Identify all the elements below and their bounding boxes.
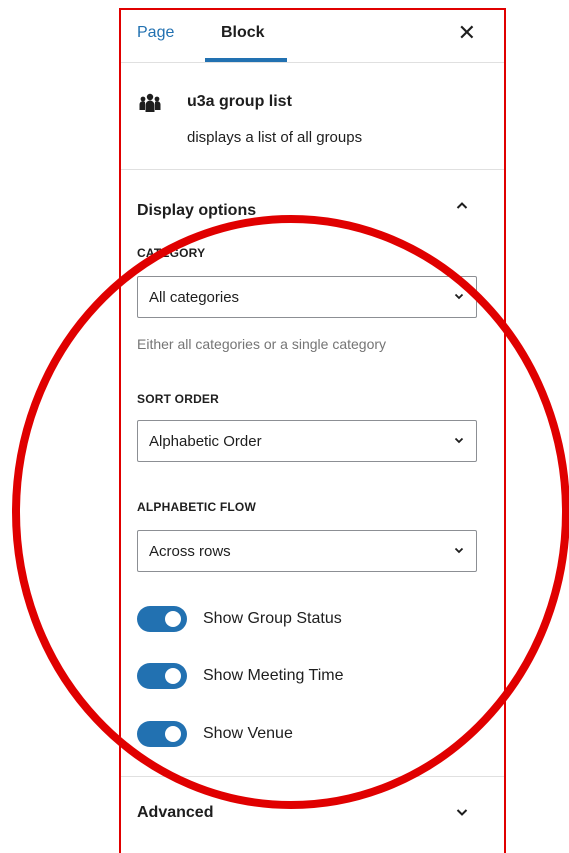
toggle-knob — [165, 726, 181, 742]
category-help-text: Either all categories or a single catego… — [137, 336, 387, 352]
chevron-up-icon — [456, 202, 468, 209]
alphabetic-flow-select[interactable]: Across rows — [137, 530, 477, 572]
display-options-title: Display options — [137, 202, 257, 219]
block-name: u3a group list — [187, 93, 292, 110]
chevron-down-icon — [454, 437, 464, 444]
active-tab-indicator — [205, 58, 287, 62]
tab-page[interactable]: Page — [137, 24, 174, 42]
toggle-knob — [165, 611, 181, 627]
toggle-switch[interactable] — [137, 721, 187, 747]
alphabetic-flow-label: ALPHABETIC FLOW — [137, 500, 256, 514]
tab-block[interactable]: Block — [221, 24, 265, 42]
category-select-value: All categories — [149, 289, 240, 306]
toggle-label: Show Meeting Time — [203, 667, 344, 684]
section-divider — [121, 776, 504, 777]
sidebar-tabs: Page Block ✕ — [121, 10, 504, 63]
toggle-switch[interactable] — [137, 606, 187, 632]
display-options-header[interactable]: Display options — [121, 170, 504, 240]
advanced-title: Advanced — [137, 804, 214, 821]
category-select[interactable]: All categories — [137, 276, 477, 318]
toggle-label: Show Venue — [203, 725, 293, 742]
category-label: CATEGORY — [137, 246, 206, 260]
alphabetic-flow-select-value: Across rows — [149, 543, 231, 560]
toggle-label: Show Group Status — [203, 610, 342, 627]
block-description: displays a list of all groups — [187, 129, 363, 146]
sort-order-select[interactable]: Alphabetic Order — [137, 420, 477, 462]
sort-order-select-value: Alphabetic Order — [149, 433, 262, 450]
chevron-down-icon — [456, 809, 468, 816]
block-settings-panel: Page Block ✕ u3a group list displays a l… — [119, 8, 506, 853]
block-card: u3a group list displays a list of all gr… — [121, 63, 504, 170]
sort-order-label: SORT ORDER — [137, 392, 220, 406]
group-people-icon — [139, 93, 161, 112]
chevron-down-icon — [454, 547, 464, 554]
close-icon[interactable]: ✕ — [458, 20, 476, 46]
chevron-down-icon — [454, 293, 464, 300]
toggle-knob — [165, 668, 181, 684]
advanced-header[interactable]: Advanced — [121, 778, 504, 848]
toggle-switch[interactable] — [137, 663, 187, 689]
